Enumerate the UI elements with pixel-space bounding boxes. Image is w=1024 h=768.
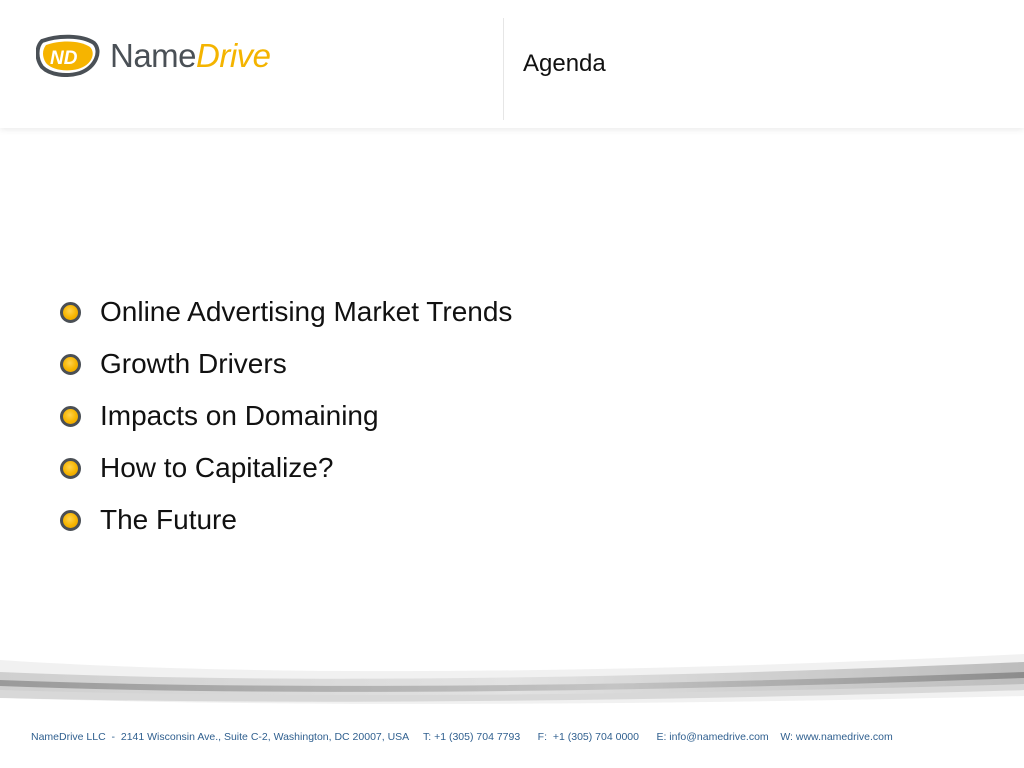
agenda-item: Growth Drivers xyxy=(60,338,512,390)
agenda-item-label: Online Advertising Market Trends xyxy=(100,296,513,327)
namedrive-logo: ND NameDrive xyxy=(36,30,271,80)
slide-footer: NameDrive LLC - 2141 Wisconsin Ave., Sui… xyxy=(0,713,1024,768)
footer-contact-info: NameDrive LLC - 2141 Wisconsin Ave., Sui… xyxy=(31,731,893,743)
logo-name-text: Name xyxy=(110,36,197,74)
circle-bullet-icon xyxy=(60,509,81,531)
agenda-item-label: Impacts on Domaining xyxy=(100,400,379,431)
agenda-item-label: Growth Drivers xyxy=(100,348,287,379)
circle-bullet-icon xyxy=(60,457,81,479)
agenda-item: The Future xyxy=(60,494,512,546)
agenda-list: Online Advertising Market Trends Growth … xyxy=(60,286,512,546)
circle-bullet-icon xyxy=(60,353,81,375)
svg-text:ND: ND xyxy=(50,48,78,69)
agenda-item: How to Capitalize? xyxy=(60,442,512,494)
circle-bullet-icon xyxy=(60,301,81,323)
logo-wordmark: NameDrive xyxy=(110,39,271,72)
logo-drive-text: Drive xyxy=(196,36,271,74)
slide-header: ND NameDrive Agenda xyxy=(0,0,1024,128)
decorative-swoosh xyxy=(0,654,1024,720)
agenda-item: Online Advertising Market Trends xyxy=(60,286,512,338)
agenda-item-label: How to Capitalize? xyxy=(100,452,334,483)
namedrive-logo-mark-icon: ND xyxy=(36,34,100,77)
agenda-item: Impacts on Domaining xyxy=(60,390,512,442)
header-divider xyxy=(503,18,504,120)
agenda-item-label: The Future xyxy=(100,504,237,535)
circle-bullet-icon xyxy=(60,405,81,427)
slide-title: Agenda xyxy=(523,50,606,77)
